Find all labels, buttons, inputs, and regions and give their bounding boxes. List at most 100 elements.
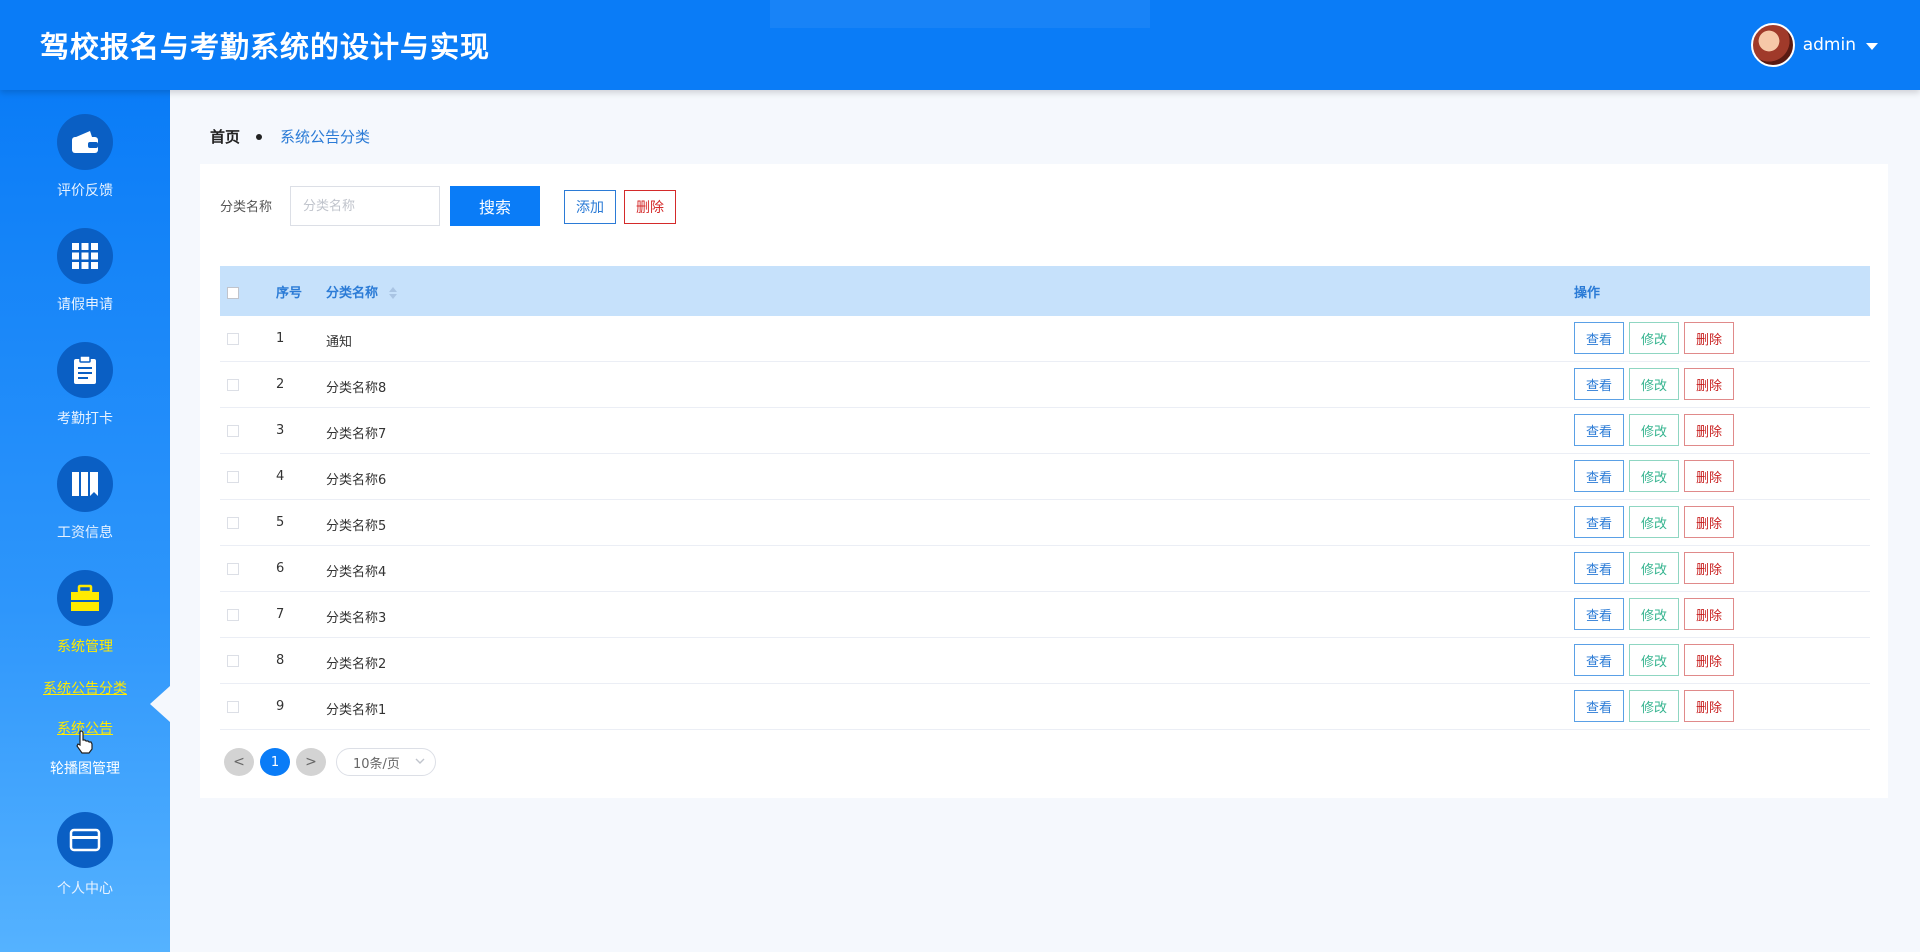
search-button[interactable]: 搜索 (450, 186, 540, 226)
sidebar-subitem-notice-category[interactable]: 系统公告分类 (0, 678, 170, 698)
delete-button[interactable]: 删除 (1684, 690, 1734, 722)
table-row: 4 分类名称6 查看 修改 删除 (220, 454, 1870, 500)
add-button[interactable]: 添加 (564, 190, 616, 224)
delete-button[interactable]: 删除 (1684, 598, 1734, 630)
briefcase-icon (57, 570, 113, 626)
table-row: 8 分类名称2 查看 修改 删除 (220, 638, 1870, 684)
page-size-value: 10条/页 (353, 756, 400, 772)
search-label: 分类名称 (220, 200, 273, 215)
row-checkbox[interactable] (227, 609, 239, 621)
row-checkbox[interactable] (227, 563, 239, 575)
breadcrumb-home[interactable]: 首页 (210, 126, 240, 147)
search-input[interactable] (290, 186, 440, 226)
row-checkbox[interactable] (227, 379, 239, 391)
page-number-button[interactable]: 1 (260, 748, 290, 776)
sidebar-item-salary[interactable]: 工资信息 (0, 456, 170, 542)
table-row: 2 分类名称8 查看 修改 删除 (220, 362, 1870, 408)
breadcrumb-separator (256, 133, 263, 140)
row-index: 4 (276, 469, 285, 484)
sidebar-subitem-carousel[interactable]: 轮播图管理 (0, 758, 170, 778)
row-checkbox[interactable] (227, 333, 239, 345)
delete-button[interactable]: 删除 (1684, 552, 1734, 584)
row-actions: 查看 修改 删除 (1574, 690, 1739, 722)
page-size-select[interactable]: 10条/页 (336, 748, 436, 776)
row-name: 分类名称2 (326, 657, 387, 672)
row-actions: 查看 修改 删除 (1574, 552, 1739, 584)
row-index: 3 (276, 423, 285, 438)
sidebar-item-profile[interactable]: 个人中心 (0, 812, 170, 898)
row-checkbox[interactable] (227, 655, 239, 667)
edit-button[interactable]: 修改 (1629, 414, 1679, 446)
view-button[interactable]: 查看 (1574, 506, 1624, 538)
row-name: 通知 (326, 335, 353, 350)
row-checkbox[interactable] (227, 425, 239, 437)
next-page-button[interactable]: > (296, 748, 326, 776)
delete-button[interactable]: 删除 (1684, 506, 1734, 538)
table-row: 7 分类名称3 查看 修改 删除 (220, 592, 1870, 638)
user-menu[interactable]: admin (1750, 22, 1878, 68)
caret-down-icon[interactable] (1866, 42, 1878, 50)
row-name: 分类名称7 (326, 427, 387, 442)
breadcrumb: 首页 系统公告分类 (210, 126, 370, 147)
edit-button[interactable]: 修改 (1629, 644, 1679, 676)
table-row: 6 分类名称4 查看 修改 删除 (220, 546, 1870, 592)
view-button[interactable]: 查看 (1574, 322, 1624, 354)
edit-button[interactable]: 修改 (1629, 552, 1679, 584)
edit-button[interactable]: 修改 (1629, 598, 1679, 630)
view-button[interactable]: 查看 (1574, 690, 1624, 722)
table-row: 9 分类名称1 查看 修改 删除 (220, 684, 1870, 730)
view-button[interactable]: 查看 (1574, 414, 1624, 446)
row-checkbox[interactable] (227, 701, 239, 713)
edit-button[interactable]: 修改 (1629, 506, 1679, 538)
sidebar-item-attendance[interactable]: 考勤打卡 (0, 342, 170, 428)
table-row: 3 分类名称7 查看 修改 删除 (220, 408, 1870, 454)
column-actions: 操作 (1574, 285, 1601, 301)
view-button[interactable]: 查看 (1574, 644, 1624, 676)
hand-cursor-icon (76, 730, 93, 754)
pagination: < 1 > 10条/页 (224, 748, 436, 776)
row-actions: 查看 修改 删除 (1574, 460, 1739, 492)
column-name[interactable]: 分类名称 (326, 282, 397, 301)
header-ghost-bar (770, 0, 1150, 28)
edit-button[interactable]: 修改 (1629, 368, 1679, 400)
edit-button[interactable]: 修改 (1629, 690, 1679, 722)
edit-button[interactable]: 修改 (1629, 322, 1679, 354)
row-index: 6 (276, 561, 285, 576)
batch-delete-button[interactable]: 删除 (624, 190, 676, 224)
delete-button[interactable]: 删除 (1684, 368, 1734, 400)
avatar[interactable] (1750, 23, 1795, 67)
row-index: 8 (276, 653, 285, 668)
column-index: 序号 (276, 285, 303, 301)
column-name-label: 分类名称 (326, 285, 379, 301)
sidebar-item-system[interactable]: 系统管理 (0, 570, 170, 656)
view-button[interactable]: 查看 (1574, 598, 1624, 630)
row-checkbox[interactable] (227, 517, 239, 529)
row-actions: 查看 修改 删除 (1574, 598, 1739, 630)
row-index: 2 (276, 377, 285, 392)
row-actions: 查看 修改 删除 (1574, 368, 1739, 400)
sidebar-item-feedback[interactable]: 评价反馈 (0, 114, 170, 200)
sidebar: 评价反馈 请假申请 考勤打卡 工资信息 系统管理 系统公告分类 系统公告 轮播图… (0, 90, 170, 952)
sort-icon[interactable] (388, 287, 397, 299)
delete-button[interactable]: 删除 (1684, 414, 1734, 446)
row-name: 分类名称8 (326, 381, 387, 396)
row-name: 分类名称4 (326, 565, 387, 580)
sidebar-item-leave[interactable]: 请假申请 (0, 228, 170, 314)
user-name[interactable]: admin (1803, 35, 1856, 55)
sidebar-item-label: 个人中心 (57, 881, 113, 897)
sidebar-item-label: 请假申请 (57, 297, 113, 313)
select-all-checkbox[interactable] (227, 287, 239, 299)
row-checkbox[interactable] (227, 471, 239, 483)
view-button[interactable]: 查看 (1574, 368, 1624, 400)
delete-button[interactable]: 删除 (1684, 322, 1734, 354)
view-button[interactable]: 查看 (1574, 460, 1624, 492)
row-name: 分类名称1 (326, 703, 387, 718)
view-button[interactable]: 查看 (1574, 552, 1624, 584)
edit-button[interactable]: 修改 (1629, 460, 1679, 492)
delete-button[interactable]: 删除 (1684, 644, 1734, 676)
data-table: 序号 分类名称 操作 1 通知 查看 修改 删除 2 分类名称8 查看 修改 删除 3 分类名称7 查看… (220, 266, 1870, 730)
delete-button[interactable]: 删除 (1684, 460, 1734, 492)
clipboard-icon (57, 342, 113, 398)
row-index: 1 (276, 331, 285, 346)
prev-page-button[interactable]: < (224, 748, 254, 776)
